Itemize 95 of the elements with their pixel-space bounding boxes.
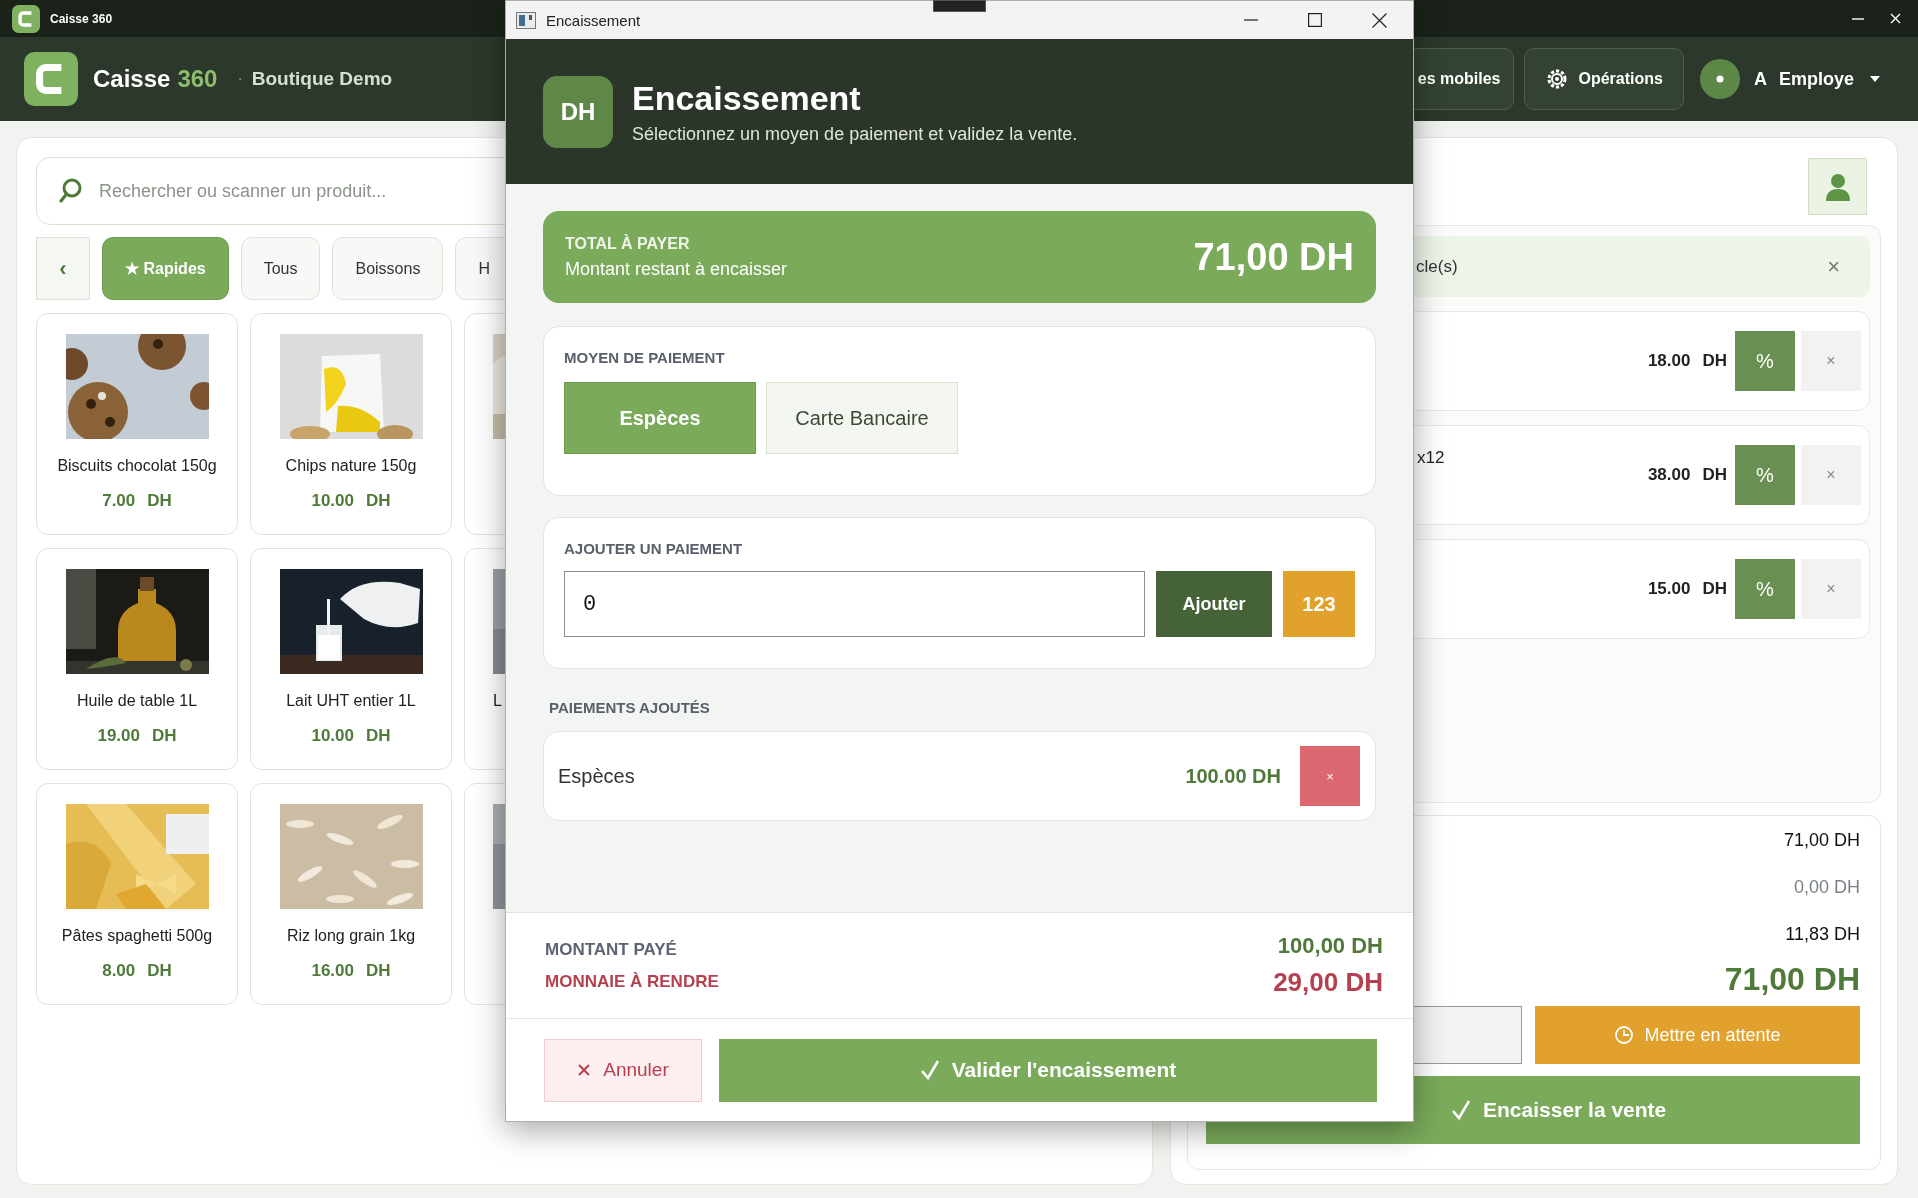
total-amount: 71,00 DH xyxy=(1193,235,1354,279)
line-detail: x12 xyxy=(1417,448,1445,467)
header-button[interactable]: Opérations xyxy=(1523,48,1684,110)
product-name: Riz long grain 1kg xyxy=(286,927,416,945)
change-amount: 29,00 DH xyxy=(1273,967,1383,998)
avatar-icon[interactable] xyxy=(1699,59,1740,99)
amount-field[interactable]: 0 xyxy=(564,571,1145,637)
banner-text: cle(s) xyxy=(1416,256,1458,277)
product-name: Pâtes spaghetti 500g xyxy=(61,927,213,945)
currency-badge: DH xyxy=(543,75,613,148)
product-card[interactable]: Biscuits chocolat 150g 7.00 DH xyxy=(36,313,238,535)
payment-amount: 100.00 DH xyxy=(1185,764,1281,788)
currency-label: DH xyxy=(147,961,172,981)
dialog-subtitle: Sélectionnez un moyen de paiement et validez la vente. xyxy=(632,123,1078,145)
discount-button[interactable]: % xyxy=(1735,445,1795,505)
product-price: 8.00 xyxy=(102,961,136,981)
person-icon xyxy=(1824,172,1851,201)
brand-name: Caisse xyxy=(93,65,171,93)
total-value: 0,00 DH xyxy=(1793,877,1860,899)
snap-handle[interactable] xyxy=(933,0,986,12)
product-card[interactable]: Lait UHT entier 1L 10.00 DH xyxy=(250,548,452,770)
search-icon xyxy=(59,178,83,204)
check-icon xyxy=(919,1059,940,1081)
user-initial: A xyxy=(1753,68,1767,90)
product-name: Biscuits chocolat 150g xyxy=(57,457,217,475)
remove-button[interactable]: × xyxy=(1801,331,1861,391)
section-label: PAIEMENTS AJOUTÉS xyxy=(549,699,711,716)
product-card[interactable]: Riz long grain 1kg 16.00 DH xyxy=(250,783,452,1005)
brand-suffix: 360 xyxy=(177,65,218,93)
caret-icon[interactable] xyxy=(1870,75,1880,83)
product-price: 7.00 xyxy=(102,491,136,511)
product-name: Huile de table 1L xyxy=(76,692,198,710)
product-name: Chips nature 150g xyxy=(285,457,417,475)
app-logo-icon xyxy=(24,52,78,106)
close-icon xyxy=(577,1063,592,1077)
user-name[interactable]: Employe xyxy=(1778,68,1854,90)
discount-button[interactable]: % xyxy=(1735,559,1795,619)
separator-dot: · xyxy=(237,70,243,88)
payment-method-button[interactable]: Carte Bancaire xyxy=(766,382,958,454)
product-price: 10.00 xyxy=(311,726,354,746)
confirm-button[interactable]: Valider l'encaissement xyxy=(719,1038,1377,1102)
remove-button[interactable]: × xyxy=(1300,746,1360,806)
category-tab[interactable]: Tous xyxy=(240,237,321,300)
currency-label: DH xyxy=(147,491,172,511)
currency-label: DH xyxy=(366,726,391,746)
line-price: 18.00 xyxy=(1647,351,1691,371)
line-price: 15.00 xyxy=(1647,579,1691,599)
product-price: 19.00 xyxy=(97,726,140,746)
search-field[interactable]: Rechercher ou scanner un produit... xyxy=(37,158,1115,224)
total-sublabel: Montant restant à encaisser xyxy=(565,258,788,280)
category-tab[interactable]: ★ Rapides xyxy=(102,237,229,300)
product-card[interactable]: Huile de table 1L 19.00 DH xyxy=(36,548,238,770)
total-value: 71,00 DH xyxy=(1783,830,1860,852)
paid-label: MONTANT PAYÉ xyxy=(545,939,678,960)
window-title: Encaissement xyxy=(546,11,641,29)
remove-button[interactable]: × xyxy=(1801,445,1861,505)
section-label: MOYEN DE PAIEMENT xyxy=(564,349,726,366)
product-price: 10.00 xyxy=(311,491,354,511)
window-app-icon xyxy=(516,11,536,29)
maximize-icon[interactable] xyxy=(1308,13,1322,27)
total-value: 11,83 DH xyxy=(1785,924,1860,946)
product-price: 16.00 xyxy=(311,961,354,981)
dialog-title: Encaissement xyxy=(632,78,862,118)
app-title: Caisse 360 xyxy=(50,11,113,26)
currency-label: DH xyxy=(1702,579,1727,599)
clock-icon xyxy=(1614,1025,1635,1045)
section-label: AJOUTER UN PAIEMENT xyxy=(564,540,744,557)
product-name: Lait UHT entier 1L xyxy=(286,692,416,710)
product-card[interactable]: Chips nature 150g 10.00 DH xyxy=(250,313,452,535)
grand-total: 71,00 DH xyxy=(1724,961,1860,998)
currency-label: DH xyxy=(152,726,177,746)
back-button[interactable]: ‹ xyxy=(36,237,90,300)
line-price: 38.00 xyxy=(1647,465,1691,485)
cancel-button[interactable]: Annuler xyxy=(544,1038,702,1102)
app-logo-icon xyxy=(12,4,40,33)
total-label: TOTAL À PAYER xyxy=(565,234,691,253)
paid-amount: 100,00 DH xyxy=(1277,933,1383,959)
check-icon xyxy=(1451,1099,1471,1121)
discount-button[interactable]: % xyxy=(1735,331,1795,391)
customer-button[interactable] xyxy=(1808,158,1867,215)
category-tab[interactable]: Boissons xyxy=(332,237,444,300)
currency-label: DH xyxy=(1702,465,1727,485)
close-icon[interactable] xyxy=(1372,12,1387,28)
change-label: MONNAIE À RENDRE xyxy=(545,971,719,992)
currency-label: DH xyxy=(366,961,391,981)
product-card[interactable]: Pâtes spaghetti 500g 8.00 DH xyxy=(36,783,238,1005)
currency-label: DH xyxy=(1702,351,1727,371)
payment-method-button[interactable]: Espèces xyxy=(564,382,756,454)
shop-name: Boutique Demo xyxy=(251,68,393,90)
close-button[interactable]: × xyxy=(1821,252,1846,281)
remove-button[interactable]: × xyxy=(1801,559,1861,619)
product-name: L xyxy=(493,692,502,710)
currency-label: DH xyxy=(366,491,391,511)
add-button[interactable]: Ajouter xyxy=(1156,571,1272,637)
payment-method: Espèces xyxy=(558,764,636,788)
